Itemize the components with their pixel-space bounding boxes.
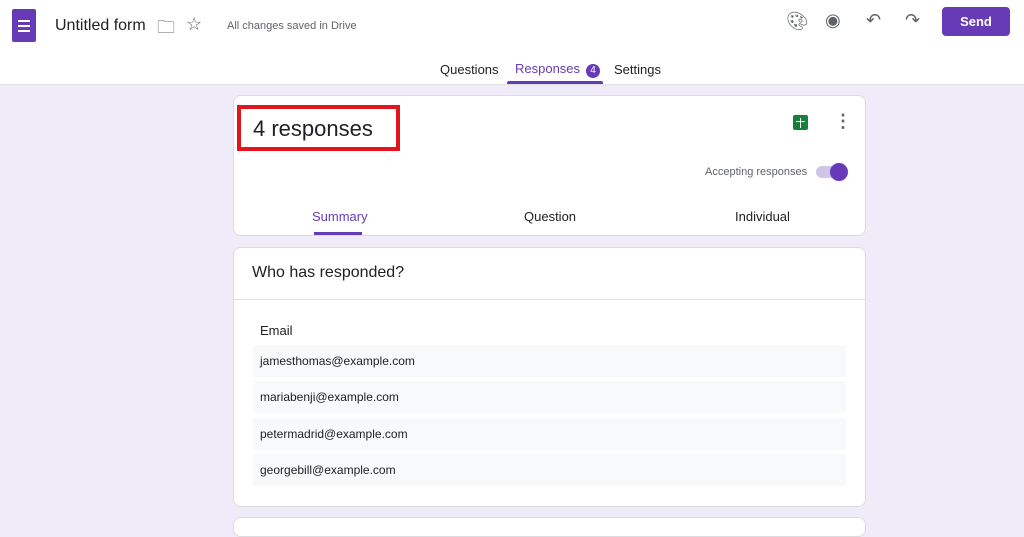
tab-settings[interactable]: Settings <box>614 62 661 77</box>
form-title[interactable]: Untitled form <box>55 17 146 35</box>
sheets-icon[interactable] <box>793 115 808 130</box>
palette-icon[interactable]: 🎨︎ <box>786 11 809 32</box>
responses-count-badge: 4 <box>586 64 601 78</box>
tab-responses[interactable]: Responses 4 <box>515 61 601 78</box>
accepting-toggle[interactable] <box>816 163 848 181</box>
tab-questions[interactable]: Questions <box>440 62 499 77</box>
star-icon[interactable]: ☆ <box>186 14 202 35</box>
response-count: 4 responses <box>237 105 400 151</box>
divider <box>233 299 866 300</box>
tab-responses-label: Responses <box>515 61 581 76</box>
send-button[interactable]: Send <box>942 7 1010 36</box>
redo-icon[interactable]: ↷ <box>905 10 920 31</box>
more-vert-icon[interactable]: ⋮ <box>834 111 852 132</box>
top-bar: Untitled form 🗀 ☆ All changes saved in D… <box>0 0 1024 85</box>
save-status: All changes saved in Drive <box>227 20 357 32</box>
email-row: jamesthomas@example.com <box>253 345 846 377</box>
subtab-question[interactable]: Question <box>524 209 576 224</box>
undo-icon[interactable]: ↶ <box>866 10 881 31</box>
email-row: georgebill@example.com <box>253 454 846 486</box>
who-responded-title: Who has responded? <box>252 264 405 281</box>
email-row: mariabenji@example.com <box>253 381 846 413</box>
forms-logo-icon[interactable] <box>12 9 36 42</box>
preview-eye-icon[interactable]: ◉ <box>825 10 841 31</box>
active-tab-indicator <box>507 81 603 84</box>
next-card <box>233 517 866 537</box>
email-column-header: Email <box>260 323 293 338</box>
accepting-label: Accepting responses <box>705 166 808 178</box>
subtab-individual[interactable]: Individual <box>735 209 790 224</box>
folder-icon[interactable]: 🗀 <box>157 15 175 45</box>
subtab-indicator <box>314 232 362 235</box>
subtab-summary[interactable]: Summary <box>312 209 368 224</box>
email-row: petermadrid@example.com <box>253 418 846 450</box>
